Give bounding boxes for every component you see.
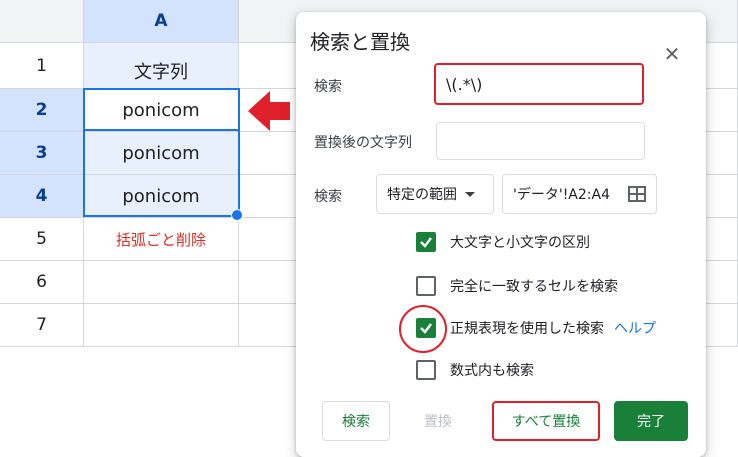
- row-header-4[interactable]: 4: [0, 175, 84, 218]
- row-header-3[interactable]: 3: [0, 132, 84, 175]
- scope-dropdown[interactable]: 特定の範囲: [376, 174, 494, 214]
- row-header-6[interactable]: 6: [0, 261, 84, 304]
- check-icon: [420, 237, 432, 248]
- option-match-entire-cell[interactable]: 完全に一致するセルを検索: [416, 276, 618, 296]
- dropdown-caret-icon: [465, 191, 475, 197]
- replace-input[interactable]: [436, 122, 645, 160]
- match-entire-label: 完全に一致するセルを検索: [450, 279, 618, 295]
- find-input[interactable]: \(.*\): [434, 63, 644, 105]
- range-value: 'データ'!A2:A4: [513, 187, 610, 203]
- cell-a7[interactable]: [84, 304, 239, 347]
- find-replace-dialog: 検索と置換 ✕ 検索 \(.*\) 置換後の文字列 検索 特定の範囲 'データ'…: [296, 12, 706, 457]
- help-link[interactable]: ヘルプ: [614, 318, 656, 338]
- row-header-1[interactable]: 1: [0, 43, 84, 89]
- find-label: 検索: [314, 79, 342, 95]
- option-formulas[interactable]: 数式内も検索: [416, 360, 534, 380]
- replace-button[interactable]: 置換: [404, 401, 472, 441]
- option-match-case[interactable]: 大文字と小文字の区別: [416, 232, 590, 252]
- cell-a1[interactable]: 文字列: [84, 43, 239, 89]
- arrow-left-icon: [246, 88, 292, 134]
- option-regex[interactable]: 正規表現を使用した検索 ヘルプ: [416, 318, 656, 338]
- cell-a3[interactable]: ponicom: [84, 132, 239, 175]
- find-button[interactable]: 検索: [322, 401, 390, 441]
- cell-a6[interactable]: [84, 261, 239, 304]
- close-icon[interactable]: ✕: [658, 40, 686, 68]
- fill-handle[interactable]: [231, 209, 243, 221]
- scope-dropdown-value: 特定の範囲: [387, 187, 457, 203]
- formulas-label: 数式内も検索: [450, 363, 534, 379]
- cell-a4[interactable]: ponicom: [84, 175, 239, 218]
- column-header-a[interactable]: A: [84, 0, 239, 43]
- dialog-title: 検索と置換: [310, 30, 410, 54]
- cell-a5-note[interactable]: 括弧ごと削除: [84, 218, 239, 261]
- cell-a2[interactable]: ponicom: [84, 89, 239, 132]
- replace-all-button[interactable]: すべて置換: [492, 401, 600, 441]
- done-button[interactable]: 完了: [614, 401, 688, 441]
- match-entire-checkbox[interactable]: [416, 276, 436, 296]
- formulas-checkbox[interactable]: [416, 360, 436, 380]
- row-header-2[interactable]: 2: [0, 89, 84, 132]
- row-header-7[interactable]: 7: [0, 304, 84, 347]
- regex-circle-annotation: [399, 305, 447, 353]
- search-scope-label: 検索: [314, 189, 342, 205]
- match-case-checkbox[interactable]: [416, 232, 436, 252]
- match-case-label: 大文字と小文字の区別: [450, 235, 590, 251]
- regex-label: 正規表現を使用した検索: [450, 321, 604, 337]
- select-all-corner[interactable]: [0, 0, 84, 43]
- row-header-5[interactable]: 5: [0, 218, 84, 261]
- replace-label: 置換後の文字列: [314, 135, 412, 151]
- grid-select-icon[interactable]: [628, 186, 646, 202]
- range-input[interactable]: 'データ'!A2:A4: [502, 174, 657, 214]
